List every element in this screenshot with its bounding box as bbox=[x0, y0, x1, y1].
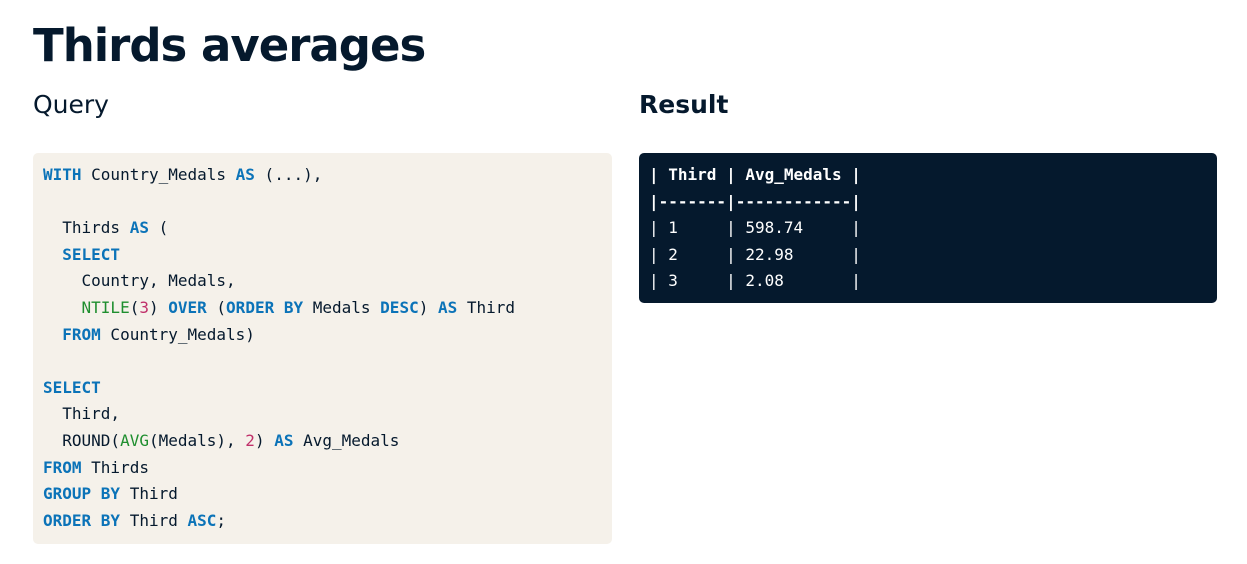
sql-keyword: AS bbox=[129, 218, 149, 238]
code-line: Third, bbox=[43, 401, 602, 428]
code-line: Thirds AS ( bbox=[43, 215, 602, 242]
sql-keyword: ORDER BY bbox=[226, 297, 304, 317]
sql-text: ( bbox=[148, 218, 169, 238]
sql-keyword: OVER bbox=[168, 297, 207, 317]
sql-text: Avg_Medals bbox=[293, 430, 400, 450]
sql-text: ( bbox=[129, 297, 140, 317]
sql-text: ROUND( bbox=[43, 430, 121, 450]
code-line: Country, Medals, bbox=[43, 268, 602, 295]
query-code-block[interactable]: WITH Country_Medals AS (...), Thirds AS … bbox=[33, 153, 612, 544]
sql-keyword: WITH bbox=[43, 165, 82, 184]
sql-code[interactable]: WITH Country_Medals AS (...), Thirds AS … bbox=[33, 153, 612, 543]
sql-text: Thirds bbox=[81, 457, 149, 477]
code-line: ORDER BY Third ASC; bbox=[43, 508, 602, 535]
result-heading: Result bbox=[639, 90, 729, 119]
code-line: SELECT bbox=[43, 375, 602, 402]
sql-text: Third, bbox=[43, 404, 121, 424]
result-header-row: | Third | Avg_Medals | bbox=[649, 165, 861, 184]
sql-keyword: SELECT bbox=[62, 244, 121, 264]
sql-text: Third bbox=[120, 510, 188, 530]
sql-keyword: ORDER BY bbox=[43, 510, 121, 530]
result-table[interactable]: | Third | Avg_Medals | |-------|---------… bbox=[639, 153, 1217, 304]
result-row: | 2 | 22.98 | bbox=[649, 244, 861, 264]
sql-text: ) bbox=[418, 297, 438, 317]
query-heading: Query bbox=[33, 90, 109, 119]
code-line: NTILE(3) OVER (ORDER BY Medals DESC) AS … bbox=[43, 295, 602, 322]
sql-number: 3 bbox=[139, 297, 149, 317]
code-line: ROUND(AVG(Medals), 2) AS Avg_Medals bbox=[43, 428, 602, 455]
sql-function: NTILE bbox=[81, 297, 130, 317]
sql-function: AVG bbox=[120, 430, 149, 450]
sql-text: Country, Medals, bbox=[43, 271, 236, 291]
sql-text: (...), bbox=[254, 165, 323, 184]
sql-text: ) bbox=[148, 297, 169, 317]
sql-keyword: ASC bbox=[187, 510, 217, 530]
sql-text: Medals bbox=[303, 297, 381, 317]
sql-keyword: AS bbox=[235, 165, 255, 184]
code-line: FROM Country_Medals) bbox=[43, 322, 602, 349]
sql-text: Country_Medals bbox=[81, 165, 236, 184]
sql-text: ) bbox=[254, 430, 275, 450]
sql-keyword: SELECT bbox=[43, 377, 101, 397]
sql-text: Thirds bbox=[43, 218, 130, 238]
sql-keyword: AS bbox=[437, 297, 458, 317]
page-title: Thirds averages bbox=[33, 19, 426, 72]
sql-text: (Medals), bbox=[148, 430, 246, 450]
sql-number: 2 bbox=[245, 430, 255, 450]
sql-text: ; bbox=[216, 510, 227, 530]
code-line: FROM Thirds bbox=[43, 455, 602, 482]
sql-keyword: FROM bbox=[43, 457, 82, 477]
code-line: WITH Country_Medals AS (...), bbox=[43, 162, 602, 189]
sql-keyword: DESC bbox=[380, 297, 419, 317]
sql-keyword: GROUP BY bbox=[43, 484, 121, 504]
sql-text: ( bbox=[206, 297, 227, 317]
result-separator-row: |-------|------------| bbox=[649, 191, 861, 211]
sql-text: Country_Medals) bbox=[100, 324, 255, 344]
code-line: SELECT bbox=[43, 242, 602, 269]
result-output-block[interactable]: | Third | Avg_Medals | |-------|---------… bbox=[639, 153, 1217, 303]
code-line: GROUP BY Third bbox=[43, 481, 602, 508]
sql-keyword: AS bbox=[274, 430, 294, 450]
result-row: | 3 | 2.08 | bbox=[649, 271, 861, 291]
sql-keyword: FROM bbox=[62, 324, 101, 344]
sql-text: Third bbox=[120, 484, 178, 504]
result-row: | 1 | 598.74 | bbox=[649, 218, 861, 238]
sql-text: Third bbox=[457, 297, 516, 317]
